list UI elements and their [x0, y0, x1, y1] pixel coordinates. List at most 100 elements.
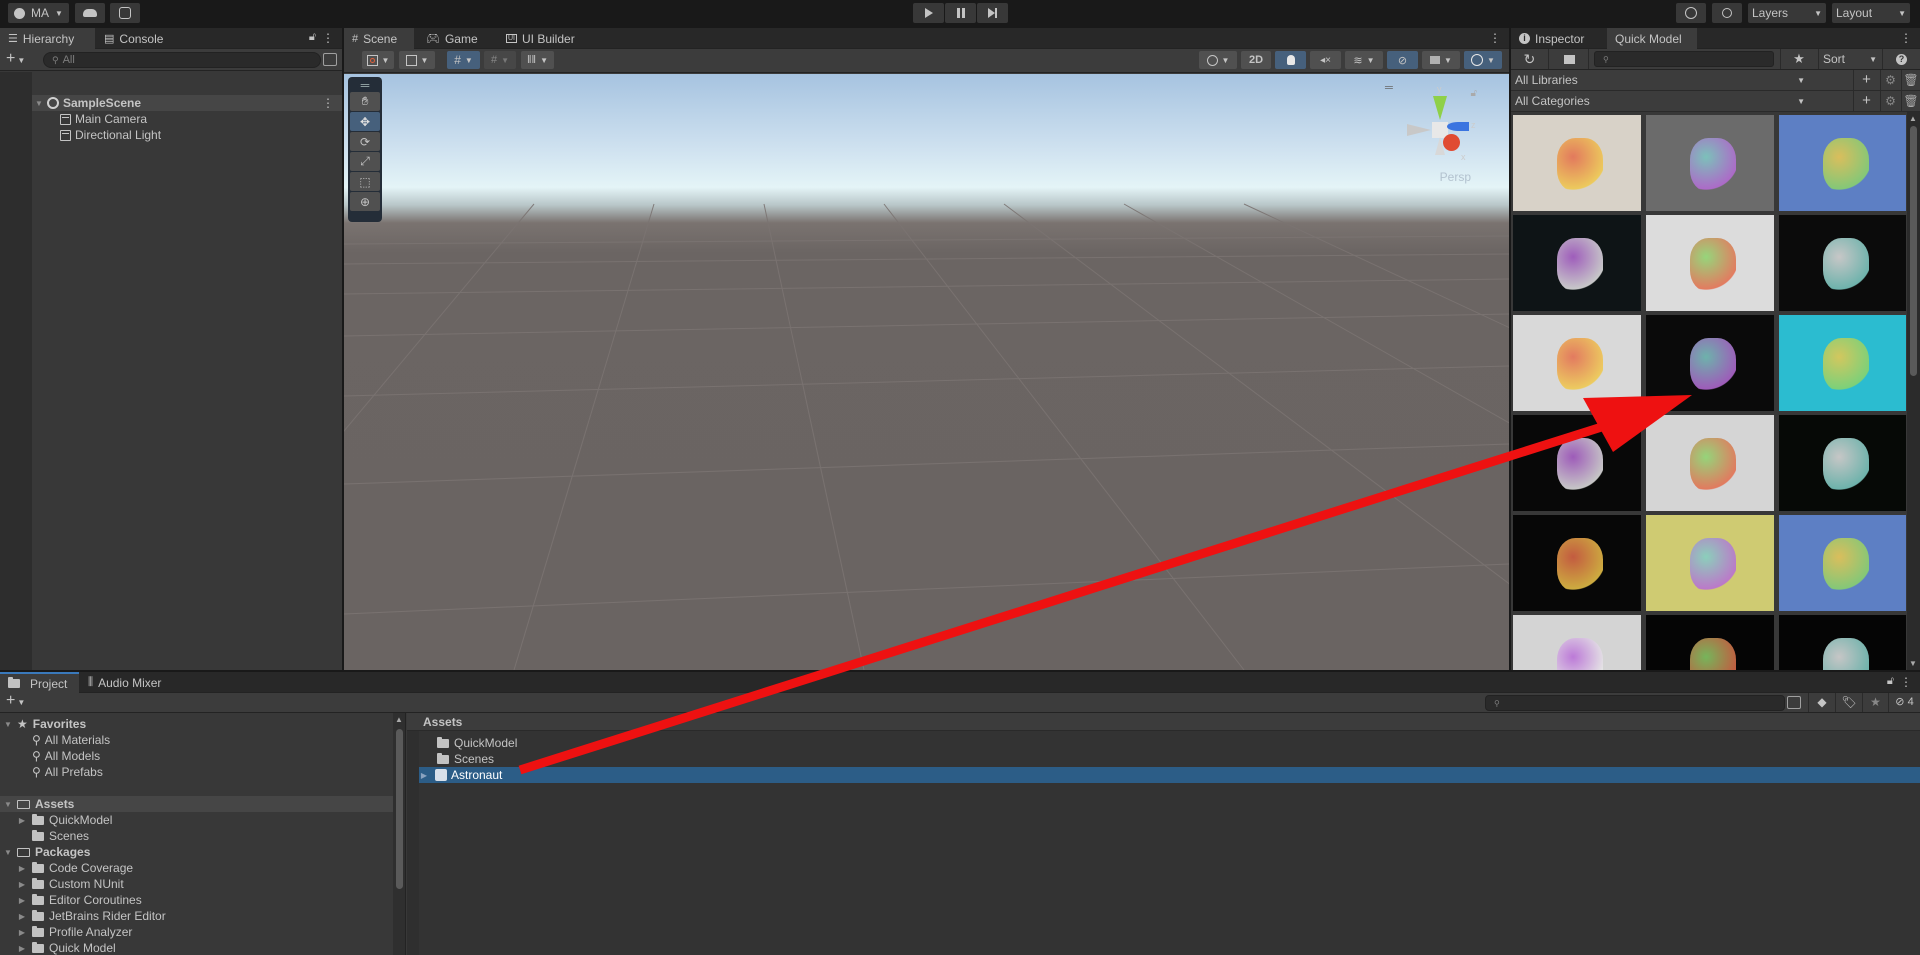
expand-arrow-icon[interactable]: ▶ [17, 928, 27, 937]
filter-by-label-icon[interactable]: 🏷︎ [1835, 693, 1862, 712]
rect-tool[interactable]: ⬚ [350, 172, 380, 191]
model-thumbnail-underwater-diorama[interactable] [1646, 215, 1774, 311]
more-menu-icon[interactable]: ⋮ [1489, 31, 1501, 45]
model-thumbnail-green-planet-castle[interactable] [1779, 415, 1906, 511]
sort-dropdown[interactable]: Sort ▼ [1818, 49, 1881, 69]
model-thumbnail-blue-vines-pot[interactable] [1646, 515, 1774, 611]
tree-item[interactable]: Scenes [17, 828, 405, 844]
layers-dropdown[interactable]: Layers ▼ [1748, 3, 1826, 23]
scroll-up-icon[interactable]: ▲ [1909, 114, 1917, 123]
assets-root-row[interactable]: ▼ Assets [0, 796, 405, 812]
tab-game[interactable]: 🎮︎ Game [418, 28, 486, 49]
audio-toggle[interactable]: ◂× [1310, 51, 1341, 69]
more-menu-icon[interactable]: ⋮ [322, 31, 334, 45]
model-thumbnail-orange-sphere-city[interactable] [1513, 615, 1641, 670]
shading-mode-button[interactable]: ▼ [399, 51, 435, 69]
tree-item[interactable]: ▶ Quick Model [17, 940, 405, 955]
tab-quick-model[interactable]: Quick Model [1607, 28, 1697, 49]
gizmo-axis-neg-x[interactable] [1407, 124, 1431, 136]
library-select[interactable]: All Libraries ▼ [1515, 70, 1811, 90]
lighting-mode-button[interactable]: ▼ [1199, 51, 1237, 69]
gizmo-axis-y[interactable] [1433, 96, 1447, 120]
model-thumbnail-pink-tower[interactable] [1646, 115, 1774, 211]
search-button[interactable] [1712, 3, 1742, 23]
model-thumbnail-toy-parade[interactable] [1513, 415, 1641, 511]
grid-snap-button[interactable]: # ▼ [447, 51, 480, 69]
toggle-2d-button[interactable]: 2D [1241, 51, 1271, 69]
scroll-up-icon[interactable]: ▲ [395, 715, 403, 724]
ruler-button[interactable]: ‖‖ ▼ [521, 51, 554, 69]
expand-arrow-icon[interactable]: ▼ [3, 720, 13, 729]
play-button[interactable] [913, 3, 944, 23]
trash-icon[interactable]: 🗑︎ [1901, 70, 1920, 90]
gizmo-menu-icon[interactable]: ═ [1385, 82, 1393, 94]
model-thumbnail-mushroom-cloud[interactable] [1779, 215, 1906, 311]
hierarchy-search-input[interactable]: ⚲ All [43, 52, 321, 68]
tree-item[interactable]: ▶ Profile Analyzer [17, 924, 405, 940]
quick-model-search-input[interactable]: ⚲ [1594, 51, 1774, 67]
help-icon[interactable]: ? [1882, 49, 1920, 69]
rotate-tool[interactable]: ⟳ [350, 132, 380, 151]
lighting-toggle[interactable] [1275, 51, 1306, 69]
asset-row-selected[interactable]: ▶ Astronaut [419, 767, 1920, 783]
model-thumbnail-floating-house[interactable] [1646, 415, 1774, 511]
orientation-gizmo[interactable]: ═ 🔓︎ y z x [1385, 82, 1479, 172]
tab-audio-mixer[interactable]: ⫼ Audio Mixer [80, 672, 169, 693]
favorite-star-icon[interactable]: ★ [1862, 693, 1888, 712]
expand-arrow-icon[interactable]: ▼ [3, 800, 13, 809]
scale-tool[interactable]: ⤢ [350, 152, 380, 171]
tree-item[interactable]: ▶ Code Coverage [17, 860, 405, 876]
filter-by-type-icon[interactable]: ◆ [1808, 693, 1835, 712]
expand-arrow-icon[interactable]: ▶ [17, 880, 27, 889]
history-button[interactable] [1676, 3, 1706, 23]
account-dropdown[interactable]: MA ▼ [8, 3, 69, 23]
lock-icon[interactable]: 🔓︎ [309, 31, 316, 44]
packages-root-row[interactable]: ▼ Packages [0, 844, 405, 860]
favorite-star-icon[interactable]: ★ [1780, 49, 1817, 69]
step-button[interactable] [977, 3, 1008, 23]
gizmos-button[interactable]: ▼ [1464, 51, 1502, 69]
favorite-item[interactable]: ⚲ All Prefabs [32, 764, 405, 780]
list-item[interactable]: Directional Light [60, 127, 342, 143]
tree-scrollbar[interactable]: ▲ [393, 713, 405, 955]
projection-label[interactable]: Persp [1440, 170, 1471, 184]
scrollbar-thumb[interactable] [396, 729, 403, 889]
expand-arrow-icon[interactable]: ▶ [17, 816, 27, 825]
thumbnail-scrollbar[interactable]: ▲ ▼ [1907, 112, 1920, 670]
effects-button[interactable]: ≋ ▼ [1345, 51, 1383, 69]
model-thumbnail-green-cube-tree[interactable] [1646, 615, 1774, 670]
model-thumbnail-balloon-sphere[interactable] [1646, 315, 1774, 411]
gizmo-lock-icon[interactable]: 🔓︎ [1471, 88, 1477, 99]
tab-scene[interactable]: # Scene [344, 28, 414, 49]
expand-arrow-icon[interactable]: ▶ [17, 864, 27, 873]
model-thumbnail-neon-carnival[interactable] [1779, 615, 1906, 670]
scene-visibility-toggle[interactable]: ⊘ [1387, 51, 1418, 69]
collab-button[interactable] [110, 3, 140, 23]
tree-item[interactable]: ▶ JetBrains Rider Editor [17, 908, 405, 924]
gizmo-axis-x[interactable] [1443, 134, 1460, 151]
favorite-item[interactable]: ⚲ All Models [32, 748, 405, 764]
tab-inspector[interactable]: i Inspector [1511, 28, 1607, 49]
create-button[interactable]: + ▼ [6, 692, 25, 710]
draw-mode-button[interactable]: ▼ [362, 51, 394, 69]
archive-icon[interactable] [1550, 49, 1589, 69]
add-category-icon[interactable]: + [1853, 91, 1879, 111]
cloud-button[interactable] [75, 3, 105, 23]
scene-row[interactable]: ▼ SampleScene ⋮ [32, 95, 342, 111]
gear-icon[interactable]: ⚙ [1880, 91, 1900, 111]
expand-arrow-icon[interactable]: ▶ [17, 912, 27, 921]
gear-icon[interactable]: ⚙ [1880, 70, 1900, 90]
favorites-row[interactable]: ▼ ★ Favorites [0, 716, 405, 732]
tab-hierarchy[interactable]: ☰ Hierarchy [0, 28, 95, 49]
breadcrumb[interactable]: Assets [407, 713, 1920, 731]
model-thumbnail-stone-serpent[interactable] [1513, 115, 1641, 211]
transform-tool[interactable]: ⊕ [350, 192, 380, 211]
list-item[interactable]: Main Camera [60, 111, 342, 127]
trash-icon[interactable]: 🗑︎ [1901, 91, 1920, 111]
project-search-input[interactable]: ⚲ [1485, 695, 1785, 711]
tree-item[interactable]: ▶ QuickModel [17, 812, 405, 828]
tab-project[interactable]: Project [0, 672, 79, 693]
expand-arrow-icon[interactable]: ▶ [17, 896, 27, 905]
favorite-item[interactable]: ⚲ All Materials [32, 732, 405, 748]
scrollbar-thumb[interactable] [1910, 126, 1917, 376]
